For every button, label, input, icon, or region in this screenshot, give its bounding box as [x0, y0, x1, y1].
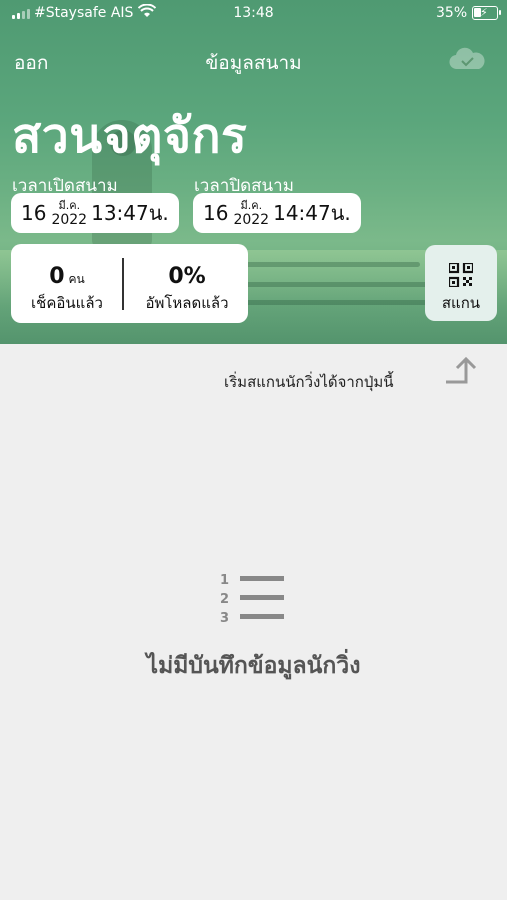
close-clock: 14:47น.	[273, 201, 351, 225]
open-year: 2022	[51, 211, 88, 228]
uploaded-value: 0%	[168, 264, 206, 289]
scan-hint-text: เริ่มสแกนนักวิ่งได้จากปุ่มนี้	[224, 373, 394, 391]
close-time-pill: 16 มี.ค. 2022 14:47น.	[193, 193, 361, 233]
wave-line	[240, 300, 440, 305]
numbered-list-icon: 1 2 3	[220, 573, 284, 626]
svg-text:3: 3	[220, 611, 229, 626]
uploaded-label: อัพโหลดแล้ว	[145, 294, 229, 312]
stats-divider	[122, 258, 124, 310]
open-month: มี.ค.	[58, 198, 81, 212]
checked-in-stat: 0 คน เช็คอินแล้ว	[11, 244, 123, 323]
qr-code-icon	[449, 263, 473, 287]
close-day: 16	[203, 201, 229, 225]
checked-in-value-row: 0 คน	[11, 264, 123, 289]
svg-text:1: 1	[220, 573, 229, 588]
checked-in-unit: คน	[68, 272, 85, 286]
scan-button[interactable]: สแกน	[425, 245, 497, 321]
cloud-check-icon[interactable]	[448, 47, 486, 73]
close-month: มี.ค.	[240, 198, 263, 212]
open-day: 16	[21, 201, 47, 225]
checked-in-count: 0	[49, 264, 65, 289]
open-clock: 13:47น.	[91, 201, 169, 225]
close-month-year: มี.ค. 2022	[233, 200, 269, 227]
close-year: 2022	[233, 211, 270, 228]
checked-in-label: เช็คอินแล้ว	[31, 294, 103, 312]
svg-text:2: 2	[220, 592, 229, 607]
status-time: 13:48	[233, 5, 274, 21]
field-name: สวนจตุจักร	[12, 108, 248, 164]
charging-bolt-icon: ⚡	[480, 6, 488, 19]
open-month-year: มี.ค. 2022	[51, 200, 87, 227]
battery-icon: ⚡	[472, 6, 501, 20]
open-time-pill: 16 มี.ค. 2022 13:47น.	[11, 193, 179, 233]
uploaded-stat: 0% อัพโหลดแล้ว	[131, 244, 243, 323]
scan-button-label: สแกน	[441, 294, 481, 312]
status-bar: #Staysafe AIS 13:48 35% ⚡	[0, 0, 507, 28]
empty-state-message: ไม่มีบันทึกข้อมูลนักวิ่ง	[146, 653, 361, 679]
arrow-up-icon	[446, 356, 477, 384]
exit-button[interactable]: ออก	[14, 48, 48, 78]
stats-card: 0 คน เช็คอินแล้ว 0% อัพโหลดแล้ว	[11, 244, 248, 323]
battery-percent: 35%	[436, 5, 468, 21]
